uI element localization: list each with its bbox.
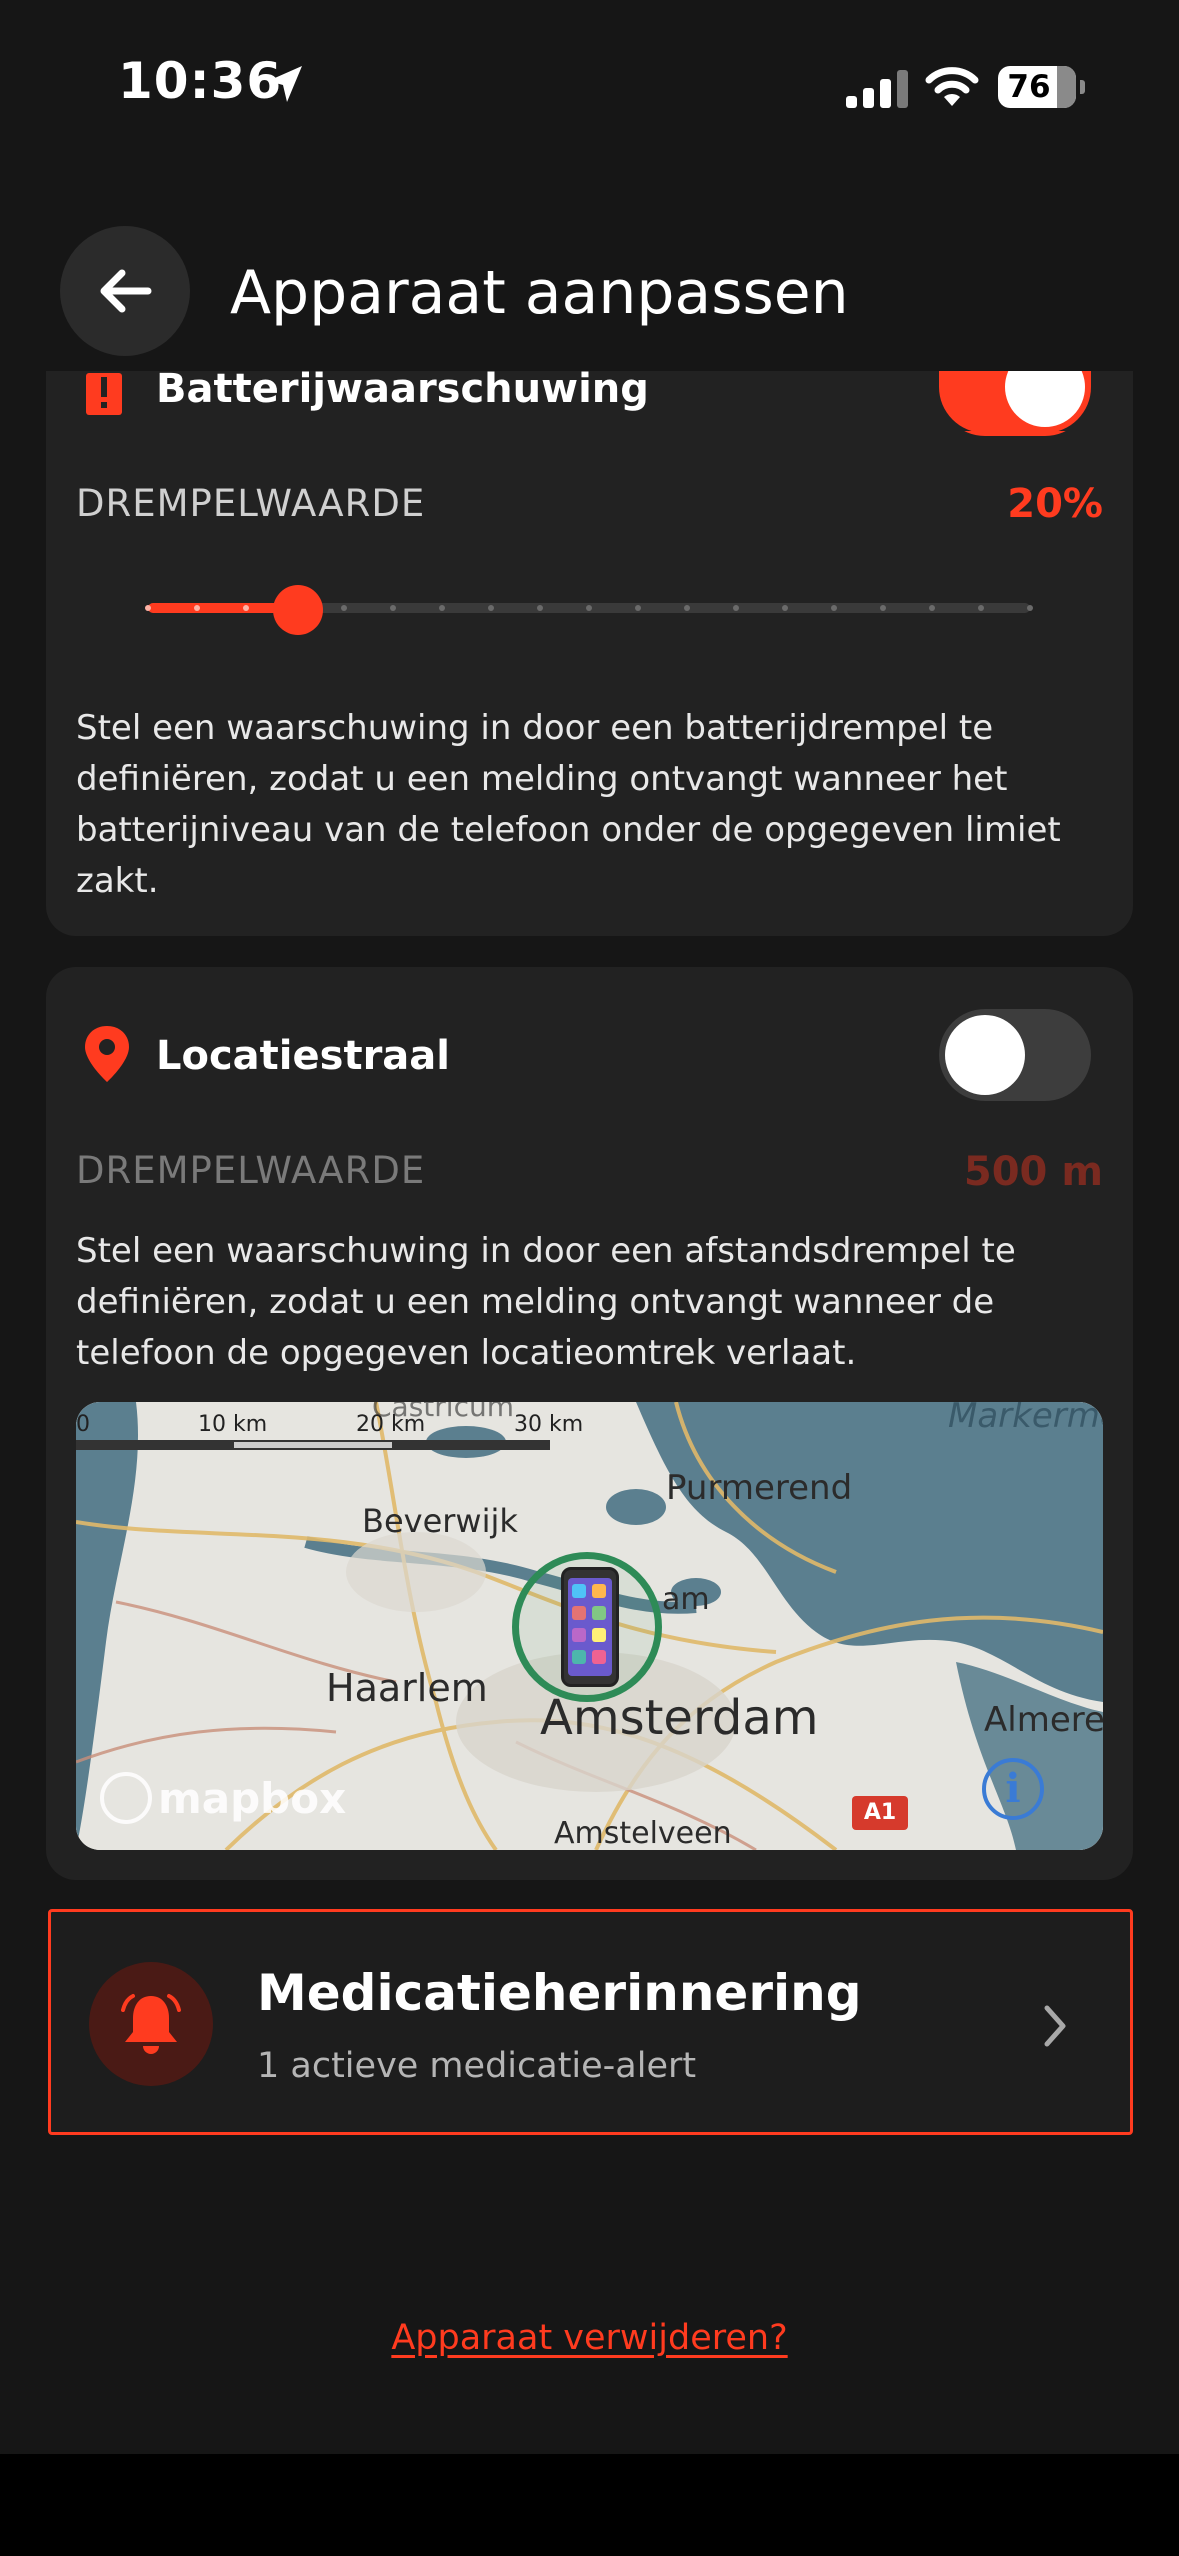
- location-radius-description: Stel een waarschuwing in door een afstan…: [76, 1231, 1016, 1373]
- scale-label-10: 10 km: [198, 1412, 268, 1437]
- map-label-beverwijk: Beverwijk: [362, 1502, 518, 1540]
- location-threshold-label: DREMPELWAARDE: [76, 1149, 426, 1192]
- map-label-haarlem: Haarlem: [326, 1666, 488, 1710]
- map-label-almere: Almere: [984, 1700, 1103, 1740]
- mapbox-text: mapbox: [158, 1773, 347, 1823]
- slider-step-dot: [978, 605, 984, 611]
- slider-step-dot: [341, 605, 347, 611]
- map-label-castricum: Castricum: [372, 1402, 514, 1423]
- medication-reminder-row[interactable]: Medicatieherinnering 1 actieve medicatie…: [48, 1909, 1133, 2135]
- arrow-left-icon: [100, 269, 152, 313]
- location-threshold-value: 500 m: [963, 1149, 1103, 1195]
- battery-threshold-slider[interactable]: [145, 585, 1033, 635]
- slider-step-dot: [635, 605, 641, 611]
- slider-step-dot: [586, 605, 592, 611]
- map-label-purmerend: Purmerend: [666, 1468, 853, 1508]
- back-button[interactable]: [60, 226, 190, 356]
- slider-step-dot: [439, 605, 445, 611]
- exclamation-icon: [86, 373, 122, 415]
- scale-label-0: 0: [76, 1412, 90, 1437]
- location-radius-toggle[interactable]: [939, 1009, 1091, 1101]
- slider-thumb[interactable]: [272, 585, 323, 635]
- bell-icon-badge: [89, 1962, 213, 2086]
- slider-step-dot: [1027, 605, 1033, 611]
- bottom-bar: [0, 2454, 1179, 2556]
- scale-label-30: 30 km: [514, 1412, 584, 1437]
- slider-step-dot: [145, 605, 151, 611]
- location-radius-title: Locatiestraal: [156, 1033, 450, 1079]
- slider-step-dot: [880, 605, 886, 611]
- wifi-icon: [925, 67, 979, 106]
- slider-step-dot: [488, 605, 494, 611]
- page-title: Apparaat aanpassen: [230, 258, 849, 328]
- medication-subtitle: 1 actieve medicatie-alert: [257, 2046, 697, 2086]
- cellular-signal-icon: [846, 68, 908, 108]
- slider-step-dot: [929, 605, 935, 611]
- status-time-overlay: 10:36: [118, 52, 283, 110]
- slider-step-dot: [684, 605, 690, 611]
- battery-percentage-overlay: 76: [1007, 69, 1051, 105]
- map-label-amstelveen: Amstelveen: [554, 1816, 732, 1850]
- mapbox-icon: [100, 1772, 152, 1824]
- road-badge-a1: A1: [852, 1796, 908, 1830]
- map-label-partial: am: [662, 1582, 710, 1617]
- slider-step-dot: [733, 605, 739, 611]
- battery-warning-title-visible: Batterijwaarschuwing: [156, 366, 649, 412]
- battery-threshold-value: 20%: [1007, 481, 1103, 527]
- location-pin-icon: [85, 1026, 129, 1082]
- location-arrow-icon: [268, 66, 302, 102]
- battery-toggle-visible[interactable]: [939, 371, 1091, 433]
- device-location-marker[interactable]: [512, 1552, 662, 1702]
- screen: 10:36 76 Batterijwaarschuwing DREMPELWAA…: [0, 0, 1179, 2556]
- delete-device-link[interactable]: Apparaat verwijderen?: [0, 2318, 1179, 2358]
- battery-warning-description: Stel een waarschuwing in door een batter…: [76, 708, 1061, 901]
- slider-step-dot: [831, 605, 837, 611]
- map-label-markermeer: Markermeer: [948, 1402, 1103, 1436]
- toggle-knob: [1005, 371, 1085, 427]
- chevron-right-icon: [1044, 2005, 1066, 2047]
- battery-tip: [1080, 80, 1085, 94]
- slider-step-dot: [194, 605, 200, 611]
- battery-icon: 76: [998, 66, 1076, 108]
- mapbox-logo[interactable]: mapbox: [100, 1772, 346, 1824]
- slider-step-dot: [537, 605, 543, 611]
- medication-title: Medicatieherinnering: [257, 1964, 862, 2022]
- battery-threshold-label: DREMPELWAARDE: [76, 482, 426, 525]
- map-scale-bar: [76, 1440, 550, 1450]
- info-icon[interactable]: i: [982, 1758, 1044, 1820]
- toggle-knob: [945, 1015, 1025, 1095]
- phone-icon: [561, 1567, 619, 1687]
- location-map[interactable]: 0 10 km 20 km 30 km Castricum Purmerend …: [76, 1402, 1103, 1850]
- slider-step-dot: [390, 605, 396, 611]
- slider-step-dot: [243, 605, 249, 611]
- bell-icon: [121, 1994, 181, 2054]
- slider-step-dot: [782, 605, 788, 611]
